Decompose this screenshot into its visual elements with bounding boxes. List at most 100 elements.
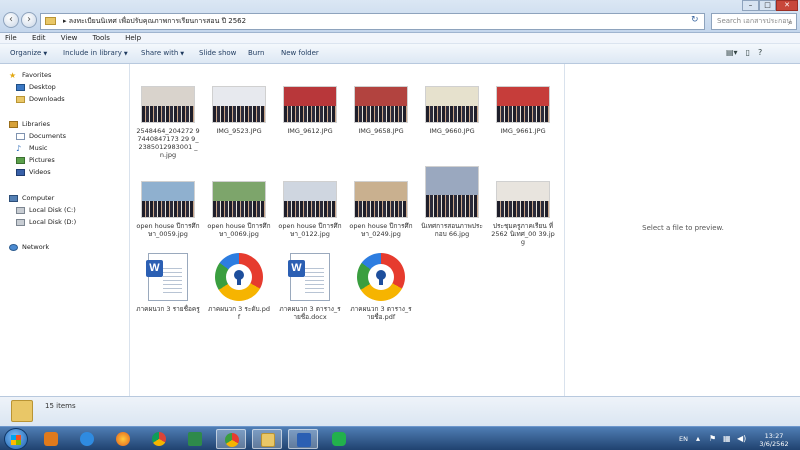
file-name: IMG_9612.JPG	[287, 127, 333, 135]
thumb-people	[142, 201, 194, 217]
thumb-people	[426, 194, 478, 217]
forward-button[interactable]: ›	[21, 12, 37, 28]
file-name: IMG_9658.JPG	[358, 127, 404, 135]
file-item[interactable]: นิเทศการสอนภาพประกอบ 66.jpg	[420, 166, 484, 238]
file-item[interactable]: open house ปีการศึกษา_0249.jpg	[349, 181, 413, 238]
maximize-button[interactable]: □	[759, 0, 776, 11]
taskbar-word[interactable]	[288, 429, 318, 449]
taskbar-firefox[interactable]	[108, 429, 138, 449]
file-item[interactable]: ภาคผนวก 3 ระดับ.pdf	[207, 253, 271, 321]
action-center-icon[interactable]: ⚑	[709, 434, 716, 443]
word-document-icon: W	[288, 253, 330, 301]
file-name: IMG_9523.JPG	[216, 127, 262, 135]
photo-thumbnail	[496, 86, 550, 123]
new-folder-button[interactable]: New folder	[281, 49, 319, 57]
network-status-icon[interactable]: ▦	[723, 434, 731, 443]
file-item[interactable]: open house ปีการศึกษา_0122.jpg	[278, 181, 342, 238]
minimize-button[interactable]: –	[742, 0, 759, 11]
nav-videos[interactable]: Videos	[16, 167, 51, 178]
clock[interactable]: 13:27 3/6/2562	[756, 432, 792, 448]
taskbar-chrome[interactable]	[144, 429, 174, 449]
nav-desktop-label: Desktop	[29, 83, 56, 91]
thumb-sky	[497, 182, 549, 202]
organize-button[interactable]: Organize ▼	[10, 49, 47, 57]
taskbar-line[interactable]	[324, 429, 354, 449]
file-item[interactable]: IMG_9660.JPG	[420, 86, 484, 135]
nav-pictures-label: Pictures	[29, 156, 55, 164]
search-icon: ⌕	[787, 18, 793, 28]
taskbar-explorer[interactable]	[252, 429, 282, 449]
slide-show-button[interactable]: Slide show	[199, 49, 236, 57]
taskbar-media-player[interactable]	[36, 429, 66, 449]
menu-view[interactable]: View	[61, 33, 78, 44]
language-indicator[interactable]: EN	[679, 435, 688, 443]
photo-thumbnail	[354, 181, 408, 218]
photo-thumbnail	[283, 86, 337, 123]
file-item[interactable]: W ภาคผนวก 3 ตาราง_รายชื่อ.docx	[278, 253, 342, 321]
address-path: ▸ ลงทะเบียนนิเทศ เพื่อปรับคุณภาพการเรียน…	[63, 17, 247, 25]
search-input[interactable]: Search เอกสารประกอบ ⌕	[711, 13, 797, 30]
volume-icon[interactable]: ◀)	[737, 434, 746, 443]
burn-button[interactable]: Burn	[248, 49, 264, 57]
thumb-people	[213, 106, 265, 122]
file-item[interactable]: 2548464_204272 97440847173 29 9_23850129…	[136, 86, 200, 159]
nav-downloads[interactable]: Downloads	[16, 94, 65, 105]
nav-music[interactable]: ♪ Music	[16, 143, 48, 154]
menu-edit[interactable]: Edit	[32, 33, 46, 44]
menu-tools[interactable]: Tools	[93, 33, 110, 44]
back-button[interactable]: ‹	[3, 12, 19, 28]
file-item[interactable]: IMG_9661.JPG	[491, 86, 555, 135]
file-item[interactable]: IMG_9612.JPG	[278, 86, 342, 135]
nav-network[interactable]: Network	[9, 242, 49, 253]
preview-message: Select a file to preview.	[642, 224, 724, 232]
nav-favorites[interactable]: ★ Favorites	[9, 70, 51, 81]
nav-libraries[interactable]: Libraries	[9, 119, 50, 130]
nav-desktop[interactable]: Desktop	[16, 82, 56, 93]
include-library-button[interactable]: Include in library ▼	[63, 49, 128, 57]
view-menu-icon[interactable]: ▤▾	[726, 48, 738, 57]
keyhole-stem	[379, 278, 383, 285]
nav-videos-label: Videos	[29, 168, 51, 176]
file-item[interactable]: W ภาคผนวก 3 รายชื่อครู	[136, 253, 200, 313]
nav-local-disk-c[interactable]: Local Disk (C:)	[16, 205, 76, 216]
taskbar-internet-explorer[interactable]	[72, 429, 102, 449]
preview-pane-icon[interactable]: ▯	[746, 48, 750, 57]
nav-pictures[interactable]: Pictures	[16, 155, 55, 166]
file-item[interactable]: IMG_9658.JPG	[349, 86, 413, 135]
nav-local-disk-d[interactable]: Local Disk (D:)	[16, 217, 76, 228]
file-name: open house ปีการศึกษา_0122.jpg	[278, 222, 342, 238]
nav-computer[interactable]: Computer	[9, 193, 54, 204]
thumb-people	[355, 106, 407, 122]
chrome-icon	[152, 432, 166, 446]
file-item[interactable]: open house ปีการศึกษา_0059.jpg	[136, 181, 200, 238]
taskbar-pdf-reader[interactable]	[216, 429, 246, 449]
file-name: open house ปีการศึกษา_0069.jpg	[207, 222, 271, 238]
taskbar-excel[interactable]	[180, 429, 210, 449]
address-bar[interactable]: ▸ ลงทะเบียนนิเทศ เพื่อปรับคุณภาพการเรียน…	[40, 13, 705, 30]
refresh-icon[interactable]: ↻	[691, 15, 699, 25]
taskbar: EN ▴ ⚑ ▦ ◀) 13:27 3/6/2562	[0, 426, 800, 450]
nav-local-disk-d-label: Local Disk (D:)	[29, 218, 77, 226]
photo-thumbnail	[354, 86, 408, 123]
help-icon[interactable]: ?	[758, 48, 762, 57]
file-name: ภาคผนวก 3 รายชื่อครู	[136, 305, 200, 313]
share-with-button[interactable]: Share with ▼	[141, 49, 184, 57]
photo-thumbnail	[212, 181, 266, 218]
view-options: ▤▾ ▯?	[726, 48, 770, 57]
file-item[interactable]: open house ปีการศึกษา_0069.jpg	[207, 181, 271, 238]
file-item[interactable]: ภาคผนวก 3 ตาราง_รายชื่อ.pdf	[349, 253, 413, 321]
close-button[interactable]: ✕	[776, 0, 798, 11]
photo-thumbnail	[425, 86, 479, 123]
nav-documents[interactable]: Documents	[16, 131, 66, 142]
photo-thumbnail	[496, 181, 550, 218]
start-button[interactable]	[4, 428, 28, 450]
menu-file[interactable]: File	[5, 33, 17, 44]
system-tray: EN ▴ ⚑ ▦ ◀) 13:27 3/6/2562	[670, 431, 800, 449]
file-item[interactable]: ประชุมครูภาคเรียน ที่ 2562 นิเทศ_00 39.j…	[491, 181, 555, 246]
include-library-label: Include in library	[63, 49, 122, 57]
menu-help[interactable]: Help	[125, 33, 141, 44]
chevron-up-icon[interactable]: ▴	[696, 434, 700, 443]
excel-icon	[188, 432, 202, 446]
file-item[interactable]: IMG_9523.JPG	[207, 86, 271, 135]
thumb-sky	[213, 182, 265, 202]
